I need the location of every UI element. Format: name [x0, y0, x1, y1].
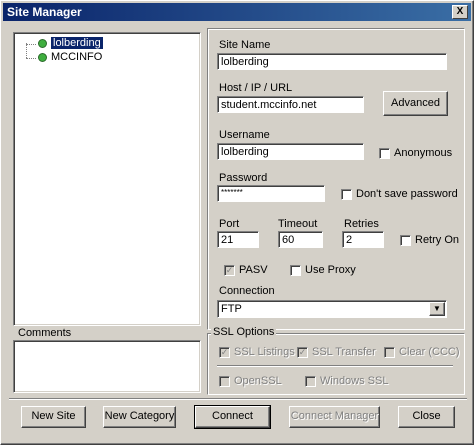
- windows-ssl-radio[interactable]: [305, 376, 316, 387]
- clear-ccc-checkbox[interactable]: [384, 347, 395, 358]
- site-node-icon: [38, 38, 47, 48]
- site-node-icon: [38, 52, 47, 62]
- tree-line: [26, 58, 36, 59]
- connect-label: Connect: [212, 410, 253, 422]
- timeout-field[interactable]: 60: [278, 231, 323, 248]
- retries-field[interactable]: 2: [342, 231, 384, 248]
- use-proxy-label: Use Proxy: [305, 264, 356, 276]
- use-proxy-checkbox[interactable]: [290, 265, 301, 276]
- password-field[interactable]: *******: [217, 185, 325, 202]
- advanced-button-label: Advanced: [391, 97, 440, 109]
- anonymous-label: Anonymous: [394, 147, 453, 159]
- site-tree[interactable]: lolberding MCCINFO: [13, 32, 201, 326]
- ssl-options-label: SSL Options: [211, 326, 277, 338]
- timeout-label: Timeout: [278, 218, 318, 230]
- dont-save-password-checkbox[interactable]: [341, 189, 352, 200]
- ssl-listings-checkbox[interactable]: ✓: [219, 347, 230, 358]
- close-button[interactable]: Close: [398, 406, 455, 428]
- connect-button[interactable]: Connect: [194, 405, 271, 429]
- new-category-label: New Category: [104, 410, 175, 422]
- username-label: Username: [219, 129, 270, 141]
- ssl-transfer-label: SSL Transfer: [312, 346, 376, 358]
- pasv-checkbox[interactable]: ✓: [224, 265, 235, 276]
- tree-item-lolberding[interactable]: lolberding: [38, 36, 104, 50]
- chevron-down-icon[interactable]: ▼: [429, 302, 445, 316]
- tree-item-mccinfo[interactable]: MCCINFO: [38, 51, 102, 63]
- site-name-field[interactable]: lolberding: [217, 53, 447, 70]
- connection-value: FTP: [221, 303, 242, 315]
- host-field[interactable]: student.mccinfo.net: [217, 96, 364, 113]
- port-label: Port: [219, 218, 240, 230]
- new-site-button[interactable]: New Site: [21, 406, 86, 428]
- pasv-label: PASV: [239, 264, 268, 276]
- tree-item-label: lolberding: [50, 36, 104, 50]
- openssl-label: OpenSSL: [234, 375, 282, 387]
- host-label: Host / IP / URL: [219, 82, 293, 94]
- site-manager-window: Site Manager X lolberding MCCINFO Commen…: [0, 0, 474, 445]
- dont-save-password-label: Don't save password: [356, 188, 458, 200]
- retry-on-checkbox[interactable]: [400, 235, 411, 246]
- username-field[interactable]: lolberding: [217, 143, 364, 160]
- comments-textarea[interactable]: [13, 340, 201, 393]
- tree-item-label: MCCINFO: [51, 51, 103, 63]
- title-bar[interactable]: Site Manager X: [3, 3, 471, 21]
- connect-manager-label: Connect Manager: [290, 410, 379, 422]
- close-label: Close: [412, 410, 441, 422]
- new-category-button[interactable]: New Category: [103, 406, 176, 428]
- openssl-radio[interactable]: [219, 376, 230, 387]
- clear-ccc-label: Clear (CCC): [399, 346, 460, 358]
- ssl-listings-label: SSL Listings: [234, 346, 295, 358]
- tree-line: [26, 44, 36, 45]
- password-label: Password: [219, 172, 268, 184]
- port-field[interactable]: 21: [217, 231, 259, 248]
- ssl-divider: [217, 365, 453, 367]
- close-window-button[interactable]: X: [452, 5, 468, 19]
- windows-ssl-label: Windows SSL: [320, 375, 389, 387]
- connect-manager-button[interactable]: Connect Manager: [289, 406, 380, 428]
- connection-select[interactable]: FTP: [217, 300, 447, 318]
- ssl-transfer-checkbox[interactable]: ✓: [297, 347, 308, 358]
- connection-label: Connection: [219, 285, 275, 297]
- site-name-label: Site Name: [219, 39, 271, 51]
- anonymous-checkbox[interactable]: [379, 148, 390, 159]
- retry-on-label: Retry On: [415, 234, 460, 246]
- new-site-label: New Site: [31, 410, 76, 422]
- tree-line: [26, 43, 27, 58]
- window-title: Site Manager: [7, 5, 82, 19]
- advanced-button[interactable]: Advanced: [383, 91, 448, 116]
- bottom-divider: [9, 398, 467, 400]
- retries-label: Retries: [344, 218, 379, 230]
- comments-label: Comments: [18, 327, 72, 339]
